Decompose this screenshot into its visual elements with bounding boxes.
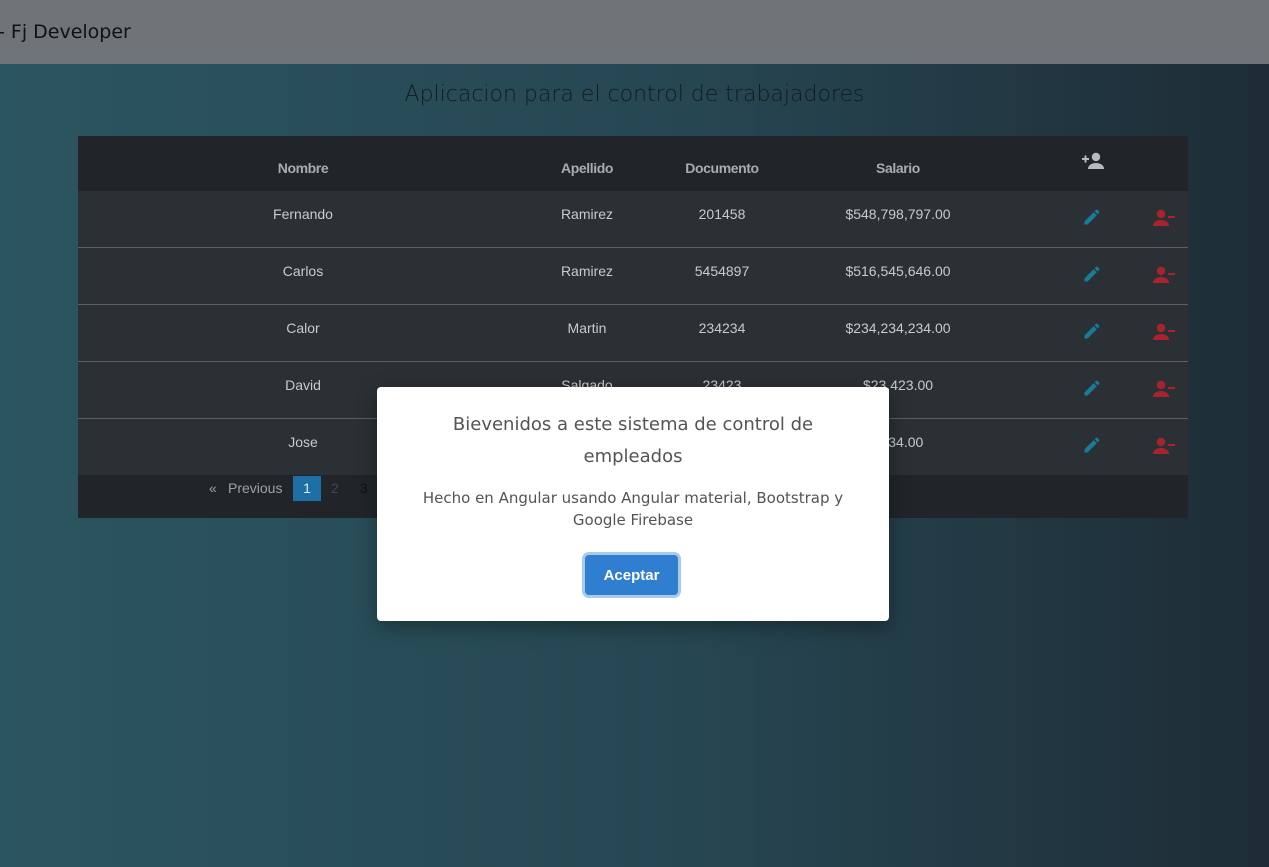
dialog-text: Hecho en Angular usando Angular material… [422,489,844,529]
cell-apellido: Martin [567,320,607,336]
edit-pencil-icon[interactable] [1082,207,1102,232]
remove-person-icon[interactable] [1153,322,1177,347]
table-row: Calor Martin 234234 $234,234,234.00 [78,305,1188,363]
brand-title[interactable]: - Fj Developer [0,21,131,43]
cell-documento: 234234 [698,320,746,336]
header-salario: Salario [876,160,920,176]
cell-salario: $548,798,797.00 [845,206,951,222]
header-apellido: Apellido [560,160,614,176]
table-row: Carlos Ramirez 5454897 $516,545,646.00 [78,248,1188,306]
edit-pencil-icon[interactable] [1082,435,1102,460]
pagination-page-1[interactable]: 1 [293,476,321,501]
pagination-page-2[interactable]: 2 [331,480,339,496]
table-header: Nombre Apellido Documento Salario [78,136,1188,191]
header-documento: Documento [685,160,759,176]
pagination-previous[interactable]: Previous [228,480,282,496]
cell-nombre: Jose [288,434,318,450]
top-navbar: - Fj Developer [0,0,1269,64]
table-row: Fernando Ramirez 201458 $548,798,797.00 [78,191,1188,249]
edit-pencil-icon[interactable] [1082,378,1102,403]
remove-person-icon[interactable] [1153,265,1177,290]
remove-person-icon[interactable] [1153,379,1177,404]
cell-nombre: Fernando [273,206,333,222]
cell-salario: $234,234,234.00 [845,320,951,336]
dialog-title: Bievenidos a este sistema de control de … [452,414,814,467]
edit-pencil-icon[interactable] [1082,264,1102,289]
cell-nombre: David [285,377,321,393]
pagination-page-3[interactable]: 3 [360,480,368,496]
welcome-dialog: Bievenidos a este sistema de control de … [377,387,889,621]
cell-salario: $516,545,646.00 [845,263,951,279]
cell-nombre: Calor [286,320,320,336]
accept-button[interactable]: Aceptar [585,555,678,595]
remove-person-icon[interactable] [1153,208,1177,233]
remove-person-icon[interactable] [1153,436,1177,461]
header-nombre: Nombre [277,160,329,176]
add-person-icon[interactable] [1081,151,1105,176]
cell-documento: 201458 [698,206,746,222]
edit-pencil-icon[interactable] [1082,321,1102,346]
cell-apellido: Ramirez [560,263,614,279]
page-title: Aplicacion para el control de trabajador… [404,82,865,107]
cell-nombre: Carlos [282,263,324,279]
cell-apellido: Ramirez [560,206,614,222]
cell-documento: 5454897 [694,263,750,279]
pagination-first[interactable]: « [209,480,217,496]
